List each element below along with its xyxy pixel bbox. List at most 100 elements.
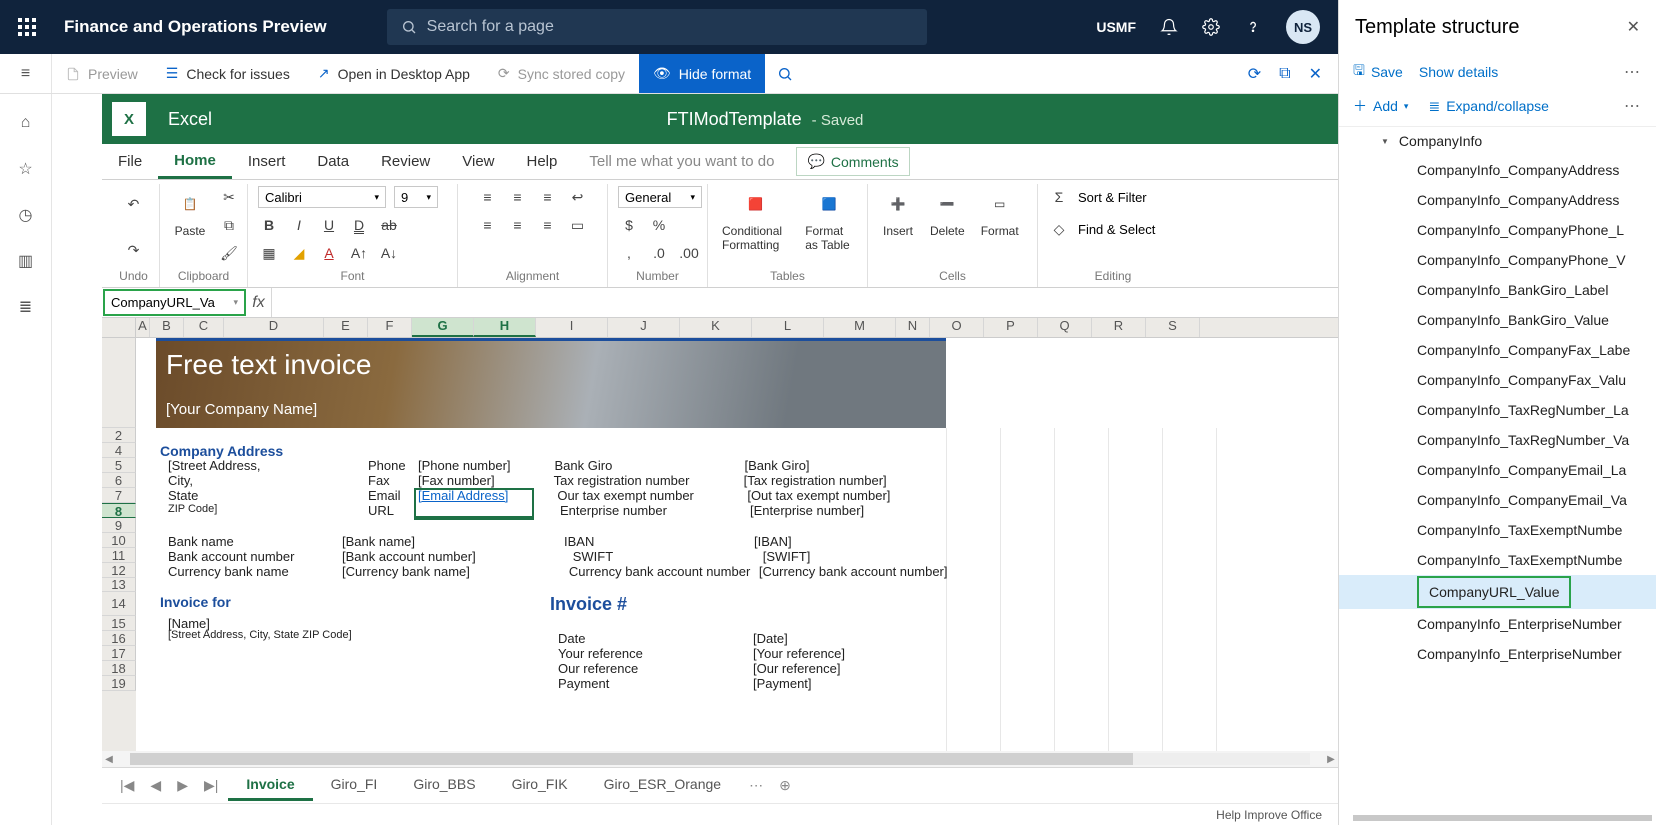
sort-filter-button[interactable]: Sort & Filter [1078, 190, 1147, 205]
col-header[interactable]: N [896, 318, 930, 337]
sheet-tab-add[interactable]: ⊕ [773, 777, 797, 794]
align-bottom-icon[interactable]: ≡ [537, 186, 559, 208]
grid-cells[interactable]: Free text invoice [Your Company Name] Co… [136, 338, 1338, 751]
tree-item[interactable]: CompanyInfo_CompanyEmail_Va [1339, 485, 1656, 515]
font-name-select[interactable]: Calibri▾ [258, 186, 386, 208]
wrap-icon[interactable]: ↩ [567, 186, 589, 208]
row-header[interactable]: 6 [102, 473, 136, 488]
clock-icon[interactable]: ◷ [0, 192, 51, 238]
col-header[interactable]: L [752, 318, 824, 337]
hamburger-icon[interactable]: ≡ [0, 54, 51, 93]
row-header[interactable]: 7 [102, 488, 136, 503]
row-header[interactable]: 4 [102, 443, 136, 458]
help-icon[interactable] [1244, 18, 1262, 36]
close-cmd-icon[interactable]: ✕ [1309, 64, 1322, 84]
align-top-icon[interactable]: ≡ [477, 186, 499, 208]
sheet-tab[interactable]: Invoice [228, 770, 312, 801]
home-icon[interactable]: ⌂ [0, 100, 51, 146]
col-header[interactable]: J [608, 318, 680, 337]
currency-icon[interactable]: $ [618, 214, 640, 236]
tree-item[interactable]: CompanyInfo_CompanyAddress [1339, 185, 1656, 215]
align-left-icon[interactable]: ≡ [477, 214, 499, 236]
col-header[interactable]: F [368, 318, 412, 337]
refresh-icon[interactable]: ⟳ [1248, 64, 1261, 84]
horizontal-scrollbar[interactable]: ◀▶ [102, 751, 1338, 767]
add-button[interactable]: ＋ Add ▾ [1353, 96, 1408, 116]
sheet-nav-prev[interactable]: ◀ [144, 777, 167, 794]
row-header[interactable]: 13 [102, 578, 136, 592]
tree-root[interactable]: ▼CompanyInfo [1339, 127, 1656, 155]
align-mid-icon[interactable]: ≡ [507, 186, 529, 208]
search-input[interactable]: Search for a page [387, 9, 927, 45]
row-header[interactable]: 5 [102, 458, 136, 473]
sheet-nav-first[interactable]: |◀ [114, 777, 140, 794]
font-color-icon[interactable]: A [318, 242, 340, 264]
row-header[interactable]: 8 [102, 503, 136, 518]
tab-insert[interactable]: Insert [232, 144, 302, 179]
tab-review[interactable]: Review [365, 144, 446, 179]
preview-button[interactable]: Preview [52, 54, 152, 93]
sum-icon[interactable]: Σ [1048, 186, 1070, 208]
col-header[interactable]: S [1146, 318, 1200, 337]
row-header[interactable]: 14 [102, 592, 136, 616]
sheet-nav-last[interactable]: ▶| [198, 777, 224, 794]
tree-item[interactable]: CompanyInfo_CompanyAddress [1339, 155, 1656, 185]
dunderline-icon[interactable]: D [348, 214, 370, 236]
redo-icon[interactable]: ↷ [123, 239, 145, 261]
cond-format-button[interactable]: 🟥Conditional Formatting [718, 186, 793, 254]
align-center-icon[interactable]: ≡ [507, 214, 529, 236]
col-header[interactable]: Q [1038, 318, 1092, 337]
col-header[interactable]: B [150, 318, 184, 337]
tell-me-input[interactable]: Tell me what you want to do [573, 144, 790, 179]
strike-icon[interactable]: ab [378, 214, 400, 236]
tab-file[interactable]: File [102, 144, 158, 179]
avatar[interactable]: NS [1286, 10, 1320, 44]
number-format-select[interactable]: General▾ [618, 186, 702, 208]
underline-icon[interactable]: U [318, 214, 340, 236]
hide-format-button[interactable]: 👁 Hide format [639, 54, 765, 93]
shrink-font-icon[interactable]: A↓ [378, 242, 400, 264]
tab-home[interactable]: Home [158, 144, 232, 179]
bell-icon[interactable] [1160, 18, 1178, 36]
entity-label[interactable]: USMF [1096, 19, 1136, 35]
sheet-tab[interactable]: Giro_ESR_Orange [586, 770, 740, 801]
col-header[interactable]: K [680, 318, 752, 337]
delete-cells-button[interactable]: ➖Delete [926, 186, 969, 240]
save-button[interactable]: 🖫 Save [1353, 60, 1403, 84]
row-header[interactable]: 18 [102, 661, 136, 676]
gear-icon[interactable] [1202, 18, 1220, 36]
row-header[interactable]: 11 [102, 548, 136, 563]
clear-icon[interactable]: ◇ [1048, 218, 1070, 240]
insert-cells-button[interactable]: ➕Insert [878, 186, 918, 240]
grow-font-icon[interactable]: A↑ [348, 242, 370, 264]
tree-item[interactable]: CompanyInfo_TaxRegNumber_Va [1339, 425, 1656, 455]
star-icon[interactable]: ☆ [0, 146, 51, 192]
formula-bar[interactable] [272, 288, 1338, 317]
col-header[interactable]: G [412, 318, 474, 337]
merge-icon[interactable]: ▭ [567, 214, 589, 236]
row-header[interactable]: 12 [102, 563, 136, 578]
row-header[interactable]: 9 [102, 518, 136, 533]
cut-icon[interactable]: ✂ [218, 186, 240, 208]
col-header[interactable]: D [224, 318, 324, 337]
fill-color-icon[interactable]: ◢ [288, 242, 310, 264]
tab-view[interactable]: View [446, 144, 510, 179]
col-header[interactable]: I [536, 318, 608, 337]
more-icon[interactable]: ⋯ [1624, 62, 1642, 82]
list-nav-icon[interactable]: ≣ [0, 284, 51, 330]
italic-icon[interactable]: I [288, 214, 310, 236]
tree-item[interactable]: CompanyInfo_EnterpriseNumber [1339, 639, 1656, 669]
tree-item[interactable]: CompanyInfo_BankGiro_Label [1339, 275, 1656, 305]
col-header[interactable]: M [824, 318, 896, 337]
row-header[interactable]: 16 [102, 631, 136, 646]
undo-icon[interactable]: ↶ [123, 194, 145, 216]
tree-item[interactable]: CompanyInfo_BankGiro_Value [1339, 305, 1656, 335]
sheet-tab-more[interactable]: ⋯ [743, 777, 769, 794]
tree-item[interactable]: CompanyInfo_CompanyFax_Labe [1339, 335, 1656, 365]
panel-scroll-thumb[interactable] [1353, 815, 1652, 821]
more2-icon[interactable]: ⋯ [1624, 96, 1642, 116]
row-header[interactable]: 15 [102, 616, 136, 631]
sheet-tab[interactable]: Giro_FIK [494, 770, 586, 801]
footer-help-link[interactable]: Help Improve Office [1216, 808, 1322, 822]
open-desktop-button[interactable]: ↗ Open in Desktop App [304, 54, 484, 93]
